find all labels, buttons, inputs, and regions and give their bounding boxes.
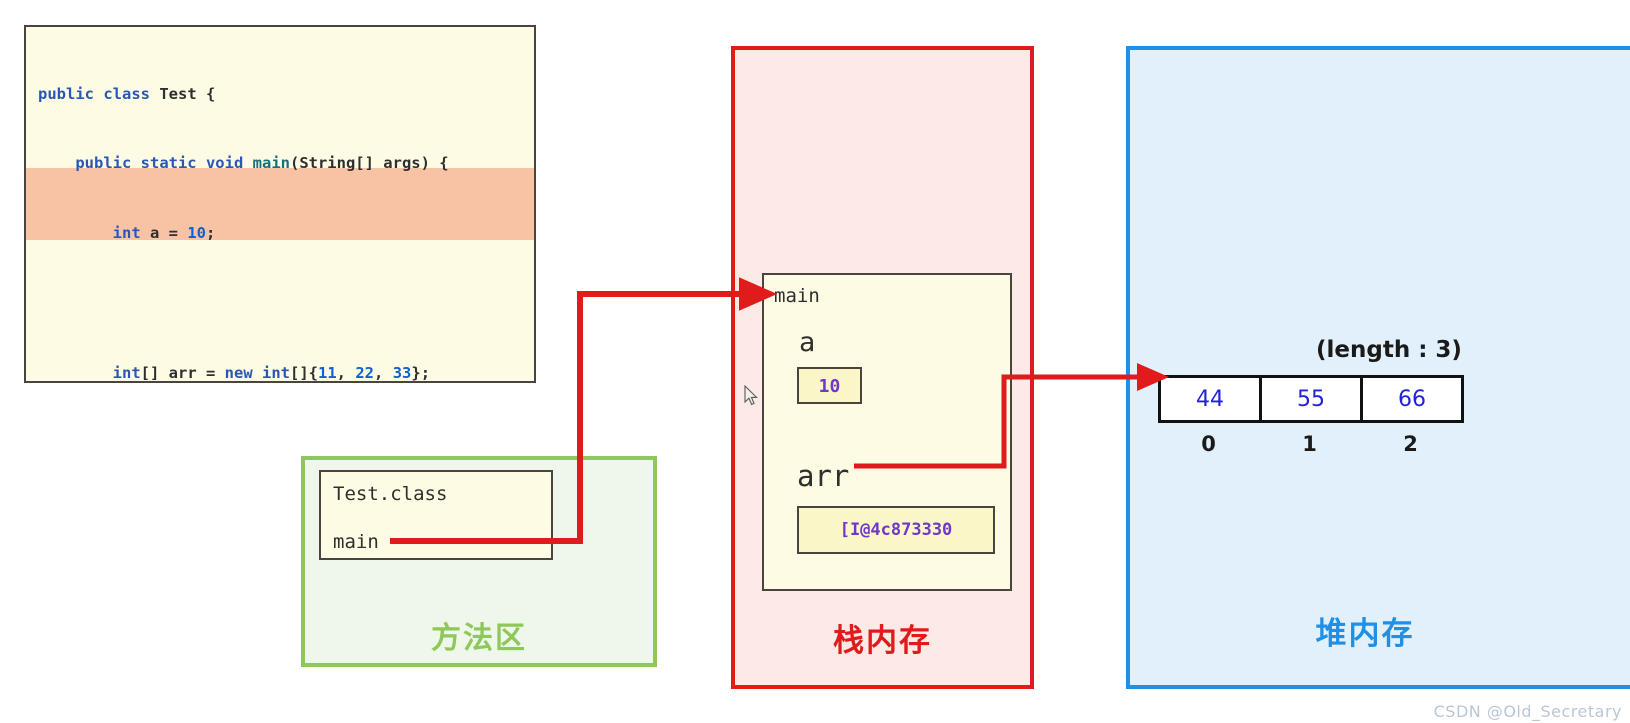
stack-frame-title: main — [774, 285, 820, 307]
watermark-label: CSDN @Old_Secretary — [1433, 702, 1622, 721]
class-box: Test.class main — [319, 470, 553, 560]
stack-memory-region: main a 10 arr [I@4c873330 栈内存 — [731, 46, 1034, 689]
method-area-region: Test.class main 方法区 — [301, 456, 657, 667]
array-index-label: 2 — [1403, 432, 1418, 456]
code-lines: public class Test { public static void m… — [26, 27, 534, 383]
code-line: public static void main(String[] args) { — [75, 154, 449, 173]
array-index-label: 0 — [1201, 432, 1216, 456]
class-name-label: Test.class — [333, 483, 448, 505]
method-area-title: 方法区 — [431, 621, 527, 656]
code-panel: public class Test { public static void m… — [24, 25, 536, 383]
variable-value-a: 10 — [818, 376, 841, 397]
mouse-cursor-icon — [744, 385, 758, 406]
stack-frame-main: main a 10 arr [I@4c873330 — [762, 273, 1012, 591]
diagram-canvas: public class Test { public static void m… — [0, 0, 1630, 723]
variable-value-arr: [I@4c873330 — [839, 520, 953, 540]
array-cell: 44 — [1158, 375, 1262, 423]
variable-box-a: 10 — [797, 367, 862, 404]
heap-array: 44 55 66 — [1158, 375, 1464, 423]
array-index-label: 1 — [1302, 432, 1317, 456]
heap-memory-region: (length : 3) 44 55 66 0 1 2 堆内存 — [1126, 46, 1630, 689]
code-line: int[] arr = new int[]{11, 22, 33}; — [112, 364, 431, 383]
array-cell: 55 — [1259, 375, 1363, 423]
variable-name-arr: arr — [797, 459, 850, 493]
variable-name-a: a — [799, 327, 816, 358]
array-index-row: 0 1 2 — [1158, 432, 1461, 456]
array-cell: 66 — [1360, 375, 1464, 423]
array-length-label: (length : 3) — [1316, 337, 1462, 363]
stack-memory-title: 栈内存 — [833, 623, 932, 659]
heap-memory-title: 堆内存 — [1315, 616, 1415, 652]
code-line: int a = 10; — [112, 224, 216, 243]
class-method-label: main — [333, 531, 379, 553]
code-line: public class Test { — [38, 84, 216, 103]
variable-box-arr: [I@4c873330 — [797, 506, 995, 554]
